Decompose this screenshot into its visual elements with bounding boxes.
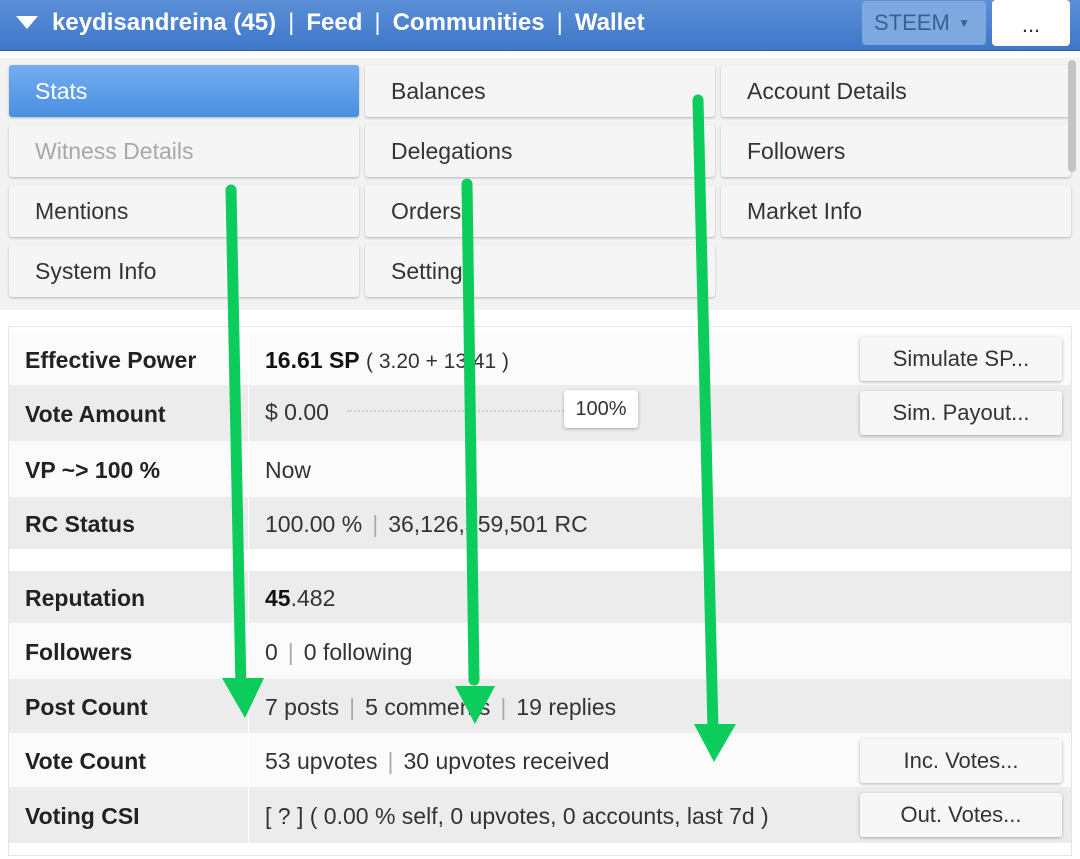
value-separator: | [372, 511, 379, 537]
more-menu-button[interactable]: ... [992, 0, 1070, 46]
rc-status-label: RC Status [25, 511, 135, 537]
nav-separator: | [288, 9, 295, 36]
top-nav: keydisandreina (45) | Feed | Communities | Wal… [52, 8, 645, 38]
post-count-label: Post Count [25, 694, 148, 720]
reputation-integer: 45 [265, 585, 291, 611]
row-reputation: Reputation 45.482 [9, 571, 1071, 623]
tab-witness-details[interactable]: Witness Details [9, 125, 359, 177]
chevron-down-icon: ▼ [958, 16, 970, 30]
value-separator: | [500, 694, 507, 720]
following-count: 0 following [303, 639, 413, 665]
column-divider [248, 679, 249, 733]
vp-value: Now [265, 457, 312, 483]
tab-settings[interactable]: Settings [365, 245, 715, 297]
column-divider [248, 333, 249, 385]
rc-percent: 100.00 % [265, 511, 363, 537]
column-divider [248, 787, 249, 843]
tab-account-details[interactable]: Account Details [721, 65, 1071, 117]
vote-amount-label: Vote Amount [25, 401, 166, 427]
column-divider [248, 497, 249, 549]
effective-power-label: Effective Power [25, 347, 197, 373]
tab-mentions[interactable]: Mentions [9, 185, 359, 237]
row-vote-count: Vote Count 53 upvotes | 30 upvotes receive… [9, 733, 1071, 787]
value-separator: | [349, 694, 356, 720]
row-voting-csi: Voting CSI [ ? ] ( 0.00 % self, 0 upvote… [9, 787, 1071, 843]
column-divider [248, 733, 249, 787]
row-effective-power: Effective Power 16.61 SP ( 3.20 + 13.41 … [9, 333, 1071, 385]
column-divider [248, 385, 249, 441]
reputation-decimal: .482 [290, 585, 336, 611]
vote-weight-percent[interactable]: 100% [564, 390, 638, 428]
effective-power-detail: ( 3.20 + 13.41 ) [366, 350, 510, 373]
rc-amount: 36,126,559,501 RC [388, 511, 588, 537]
voting-csi-value: [ ? ] ( 0.00 % self, 0 upvotes, 0 accoun… [265, 803, 769, 829]
followers-value: 0 | 0 following [265, 639, 412, 666]
vote-count-value: 53 upvotes | 30 upvotes received [265, 748, 609, 775]
replies-count: 19 replies [516, 694, 617, 720]
outgoing-votes-button[interactable]: Out. Votes... [860, 793, 1062, 837]
tab-followers[interactable]: Followers [721, 125, 1071, 177]
top-bar: keydisandreina (45) | Feed | Communities | Wal… [0, 0, 1080, 51]
row-rc-status: RC Status 100.00 % | 36,126,559,501 RC [9, 497, 1071, 549]
post-count-value: 7 posts | 5 comments | 19 replies [265, 694, 616, 721]
simulate-sp-button[interactable]: Simulate SP... [860, 337, 1062, 381]
row-vote-amount: Vote Amount $ 0.00 100% Sim. Payout... [9, 385, 1071, 441]
column-divider [248, 441, 249, 497]
comments-count: 5 comments [365, 694, 491, 720]
tab-system-info[interactable]: System Info [9, 245, 359, 297]
tab-balances[interactable]: Balances [365, 65, 715, 117]
upvotes-count: 53 upvotes [265, 748, 378, 774]
sim-payout-button[interactable]: Sim. Payout... [860, 391, 1062, 435]
nav-separator: | [556, 9, 563, 36]
posts-count: 7 posts [265, 694, 340, 720]
currency-select[interactable]: STEEM ▼ [862, 1, 986, 45]
column-divider [248, 623, 249, 679]
section-gap [9, 553, 1071, 571]
currency-select-value: STEEM [874, 10, 950, 35]
followers-label: Followers [25, 639, 133, 665]
row-post-count: Post Count 7 posts | 5 comments | 19 replies [9, 679, 1071, 733]
followers-count: 0 [265, 639, 278, 665]
tab-grid: Stats Balances Account Details Witness D… [0, 58, 1080, 310]
column-divider [248, 571, 249, 623]
effective-power-value: 16.61 SP ( 3.20 + 13.41 ) [265, 347, 509, 374]
scrollbar-thumb[interactable] [1068, 60, 1076, 172]
tab-stats[interactable]: Stats [9, 65, 359, 117]
account-link[interactable]: keydisandreina (45) [52, 9, 276, 36]
reputation-label: Reputation [25, 585, 146, 611]
value-separator: | [287, 639, 294, 665]
communities-link[interactable]: Communities [393, 9, 545, 36]
voting-csi-label: Voting CSI [25, 803, 140, 829]
row-vp: VP ~> 100 % Now [9, 441, 1071, 497]
value-separator: | [387, 748, 394, 774]
tab-orders[interactable]: Orders [365, 185, 715, 237]
vote-count-label: Vote Count [25, 748, 146, 774]
effective-power-sp: 16.61 SP [265, 347, 360, 373]
vote-weight-slider[interactable] [347, 410, 567, 412]
vp-label: VP ~> 100 % [25, 457, 161, 483]
vote-amount-value: $ 0.00 [265, 399, 329, 425]
wallet-link[interactable]: Wallet [575, 9, 645, 36]
nav-separator: | [374, 9, 381, 36]
tab-delegations[interactable]: Delegations [365, 125, 715, 177]
incoming-votes-button[interactable]: Inc. Votes... [860, 739, 1062, 783]
rc-status-value: 100.00 % | 36,126,559,501 RC [265, 511, 588, 538]
upvotes-received-count: 30 upvotes received [403, 748, 610, 774]
stats-table: Effective Power 16.61 SP ( 3.20 + 13.41 … [8, 326, 1072, 856]
collapse-triangle-icon[interactable] [16, 16, 38, 29]
tab-market-info[interactable]: Market Info [721, 185, 1071, 237]
row-followers: Followers 0 | 0 following [9, 623, 1071, 679]
feed-link[interactable]: Feed [306, 9, 362, 36]
reputation-value: 45.482 [265, 585, 335, 612]
